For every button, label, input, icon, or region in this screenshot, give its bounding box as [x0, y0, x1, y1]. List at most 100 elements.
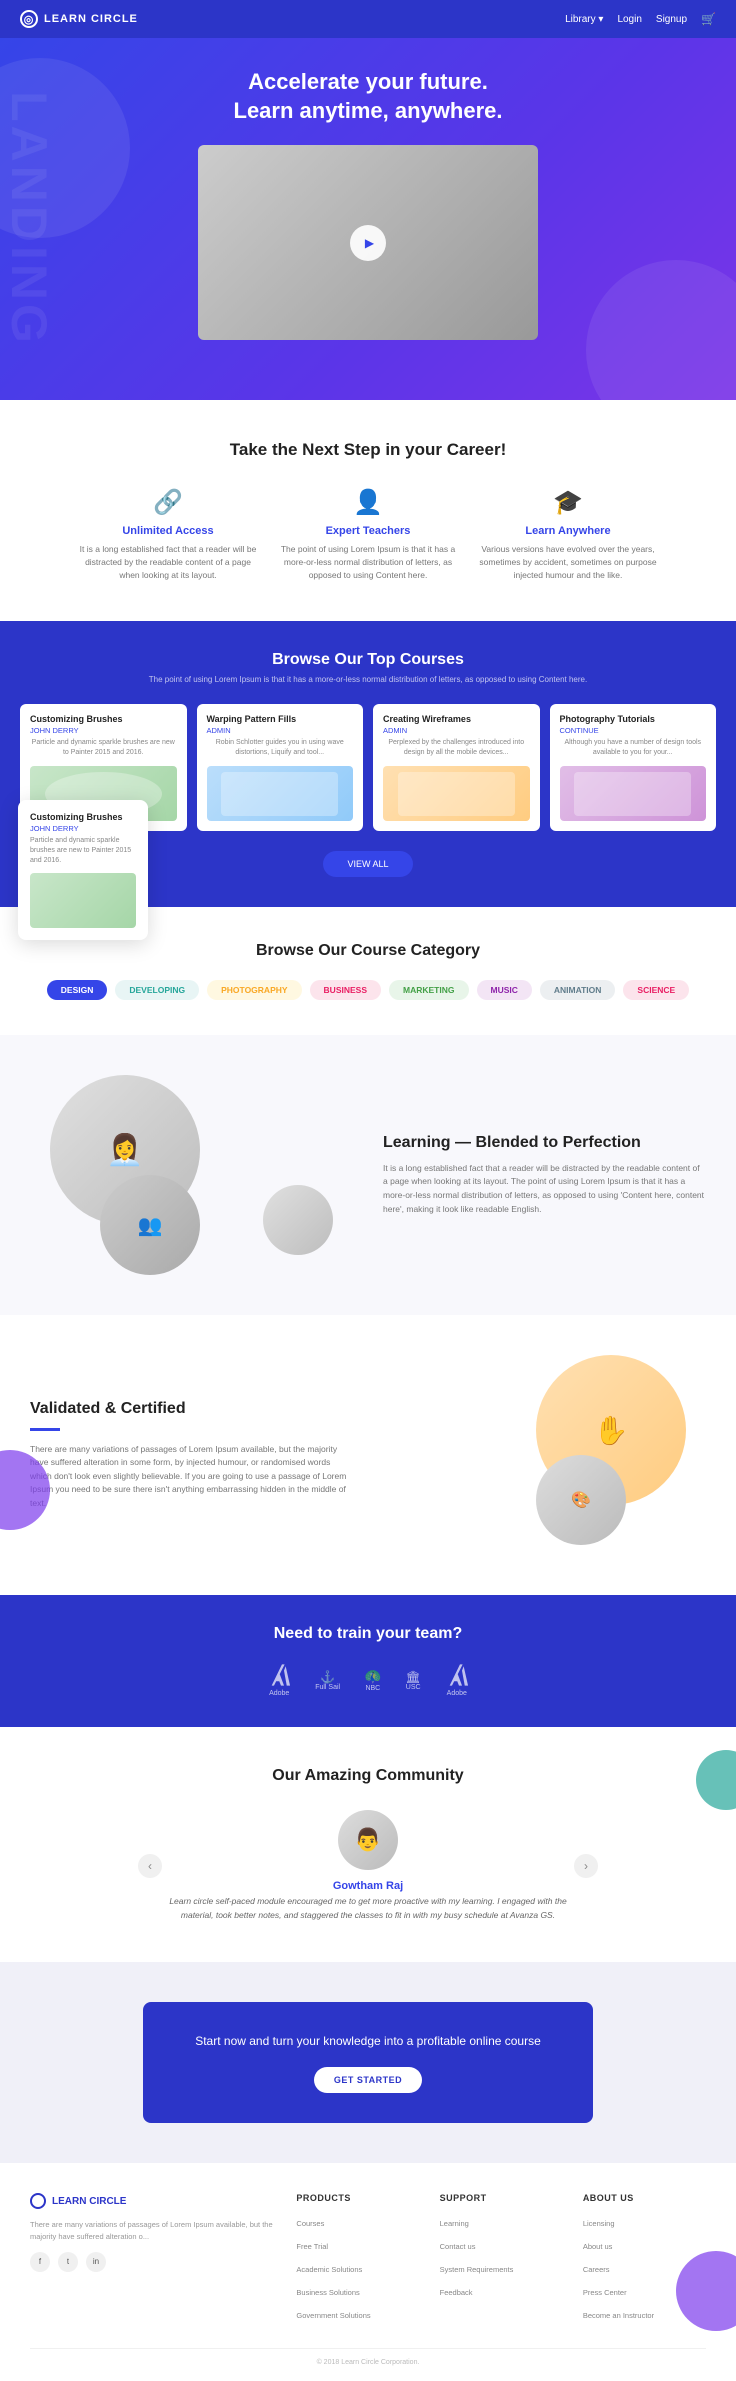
- social-linkedin[interactable]: in: [86, 2252, 106, 2272]
- course-card-2[interactable]: Creating Wireframes ADMIN Perplexed by t…: [373, 704, 540, 831]
- footer-link-licensing[interactable]: Licensing: [583, 2219, 615, 2228]
- footer-link-government[interactable]: Government Solutions: [296, 2311, 370, 2320]
- footer-link-feedback[interactable]: Feedback: [440, 2288, 473, 2297]
- blended-title: Learning — Blended to Perfection: [383, 1134, 706, 1152]
- teachers-icon: 👤: [278, 488, 458, 517]
- cat-business[interactable]: BUSINESS: [310, 980, 381, 1000]
- footer-brand: LEARN CIRCLE There are many variations o…: [30, 2193, 276, 2328]
- feature-teachers-desc: The point of using Lorem Ipsum is that i…: [278, 543, 458, 581]
- cta-box: Start now and turn your knowledge into a…: [143, 2002, 593, 2123]
- blended-section: 👩‍💼 👥 Learning — Blended to Perfection I…: [0, 1035, 736, 1315]
- nav-links: Library ▾ Login Signup 🛒: [565, 12, 716, 26]
- feature-unlimited-title: Unlimited Access: [78, 525, 258, 537]
- courses-subtitle: The point of using Lorem Ipsum is that i…: [20, 675, 716, 684]
- logo-icon: ◎: [20, 10, 38, 28]
- category-tags: DESIGN DEVELOPING PHOTOGRAPHY BUSINESS M…: [20, 980, 716, 1000]
- feature-teachers-title: Expert Teachers: [278, 525, 458, 537]
- cat-photography[interactable]: PHOTOGRAPHY: [207, 980, 301, 1000]
- category-title: Browse Our Course Category: [20, 942, 716, 960]
- cat-developing[interactable]: DEVELOPING: [115, 980, 199, 1000]
- validated-section: Validated & Certified There are many var…: [0, 1315, 736, 1595]
- brand-logos: Adobe ⚓ Full Sail 🦚 NBC 🏛 USC Adobe: [20, 1663, 716, 1697]
- course-thumb-1: [207, 766, 354, 821]
- footer-logo-icon: [30, 2193, 46, 2209]
- blended-desc: It is a long established fact that a rea…: [383, 1162, 706, 1216]
- feature-anywhere: 🎓 Learn Anywhere Various versions have e…: [478, 488, 658, 581]
- footer-link-aboutus[interactable]: About us: [583, 2242, 613, 2251]
- logo-text: LEARN CIRCLE: [44, 13, 138, 25]
- testimonial-text: Learn circle self-paced module encourage…: [168, 1895, 568, 1922]
- play-button[interactable]: [350, 225, 386, 261]
- footer-support-list: Learning Contact us System Requirements …: [440, 2213, 563, 2300]
- popup-title: Customizing Brushes: [30, 812, 136, 822]
- social-twitter[interactable]: t: [58, 2252, 78, 2272]
- footer-link-system[interactable]: System Requirements: [440, 2265, 514, 2274]
- view-all-button[interactable]: VIEW ALL: [323, 851, 412, 877]
- social-facebook[interactable]: f: [30, 2252, 50, 2272]
- anywhere-icon: 🎓: [478, 488, 658, 517]
- testimonial: ‹ 👨 Gowtham Raj Learn circle self-paced …: [168, 1810, 568, 1922]
- footer-desc: There are many variations of passages of…: [30, 2219, 276, 2242]
- blend-circle-small: 👥: [100, 1175, 200, 1275]
- course-thumb-2: [383, 766, 530, 821]
- footer-link-careers[interactable]: Careers: [583, 2265, 610, 2274]
- feature-teachers: 👤 Expert Teachers The point of using Lor…: [278, 488, 458, 581]
- video-thumbnail: [198, 145, 538, 340]
- course-author-2: ADMIN: [383, 726, 530, 735]
- carousel-prev[interactable]: ‹: [138, 1854, 162, 1878]
- cat-animation[interactable]: ANIMATION: [540, 980, 616, 1000]
- cat-music[interactable]: MUSIC: [477, 980, 532, 1000]
- course-desc-1: Robin Schlotter guides you in using wave…: [207, 738, 354, 758]
- cta-section: Start now and turn your knowledge into a…: [0, 1962, 736, 2163]
- feature-anywhere-title: Learn Anywhere: [478, 525, 658, 537]
- footer-link-contact[interactable]: Contact us: [440, 2242, 476, 2251]
- validated-underline: [30, 1428, 60, 1431]
- validated-desc: There are many variations of passages of…: [30, 1443, 353, 1511]
- nav-signup[interactable]: Signup: [656, 14, 687, 25]
- course-card-1[interactable]: Warping Pattern Fills ADMIN Robin Schlot…: [197, 704, 364, 831]
- reviewer-name: Gowtham Raj: [168, 1880, 568, 1892]
- cat-marketing[interactable]: MARKETING: [389, 980, 468, 1000]
- footer-link-instructor[interactable]: Become an Instructor: [583, 2311, 654, 2320]
- footer-col-support: SUPPORT Learning Contact us System Requi…: [440, 2193, 563, 2328]
- hero-video[interactable]: [198, 145, 538, 340]
- course-card-3[interactable]: Photography Tutorials CONTINUE Although …: [550, 704, 717, 831]
- blend-circle-tiny: [263, 1185, 333, 1255]
- feature-anywhere-desc: Various versions have evolved over the y…: [478, 543, 658, 581]
- brand-fullsail: ⚓ Full Sail: [315, 1670, 340, 1691]
- course-thumb-3: [560, 766, 707, 821]
- unlimited-icon: 🔗: [78, 488, 258, 517]
- footer-link-courses[interactable]: Courses: [296, 2219, 324, 2228]
- validated-images: ✋ 🎨: [383, 1355, 706, 1555]
- cart-icon[interactable]: 🛒: [701, 12, 716, 26]
- cta-button[interactable]: GET STARTED: [314, 2067, 422, 2093]
- nav-library[interactable]: Library ▾: [565, 14, 603, 25]
- footer-top: LEARN CIRCLE There are many variations o…: [30, 2193, 706, 2328]
- course-author-0: JOHN DERRY: [30, 726, 177, 735]
- blended-images: 👩‍💼 👥: [30, 1075, 353, 1275]
- nav-logo: ◎ LEARN CIRCLE: [20, 10, 138, 28]
- footer-link-press[interactable]: Press Center: [583, 2288, 627, 2297]
- blended-text: Learning — Blended to Perfection It is a…: [383, 1134, 706, 1216]
- popup-card: Customizing Brushes JOHN DERRY Particle …: [18, 800, 148, 940]
- footer-link-business[interactable]: Business Solutions: [296, 2288, 359, 2297]
- footer-link-learning[interactable]: Learning: [440, 2219, 469, 2228]
- course-desc-0: Particle and dynamic sparkle brushes are…: [30, 738, 177, 758]
- course-title-1: Warping Pattern Fills: [207, 714, 354, 724]
- validated-title: Validated & Certified: [30, 1400, 353, 1418]
- course-author-3: CONTINUE: [560, 726, 707, 735]
- footer-col-products: PRODUCTS Courses Free Trial Academic Sol…: [296, 2193, 419, 2328]
- cat-science[interactable]: SCIENCE: [623, 980, 689, 1000]
- nav-login[interactable]: Login: [617, 14, 641, 25]
- brand-nbc: 🦚 NBC: [364, 1668, 381, 1692]
- carousel-next[interactable]: ›: [574, 1854, 598, 1878]
- train-title: Need to train your team?: [20, 1625, 716, 1643]
- course-desc-2: Perplexed by the challenges introduced i…: [383, 738, 530, 758]
- footer-bottom: © 2018 Learn Circle Corporation.: [30, 2348, 706, 2366]
- cat-design[interactable]: DESIGN: [47, 980, 108, 1000]
- footer-link-free-trial[interactable]: Free Trial: [296, 2242, 328, 2251]
- footer: LEARN CIRCLE There are many variations o…: [0, 2163, 736, 2381]
- footer-link-academic[interactable]: Academic Solutions: [296, 2265, 362, 2274]
- footer-logo-text: LEARN CIRCLE: [52, 2196, 126, 2207]
- next-step-title: Take the Next Step in your Career!: [30, 440, 706, 460]
